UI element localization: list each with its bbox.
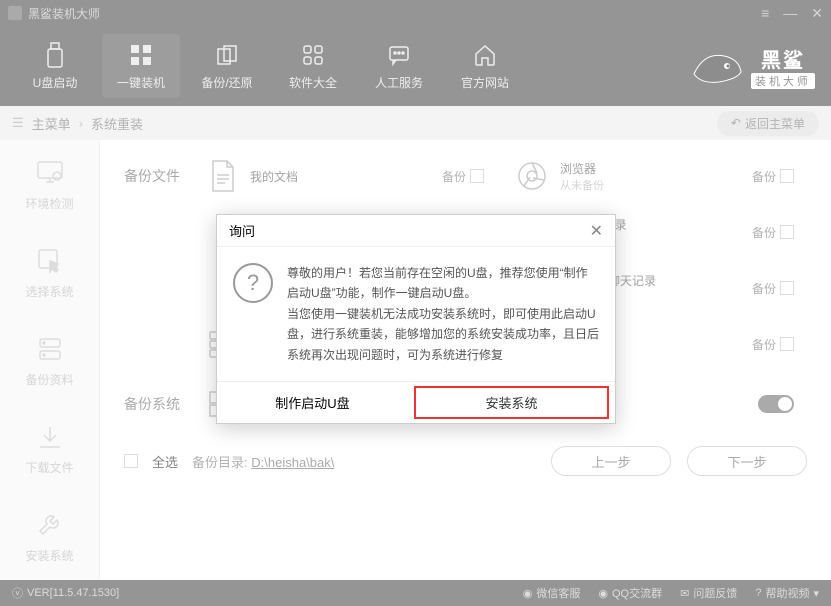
- install-system-button[interactable]: 安装系统: [414, 386, 609, 419]
- make-usb-button[interactable]: 制作启动U盘: [217, 382, 408, 423]
- dialog-title: 询问: [229, 221, 255, 240]
- dialog-text: 尊敬的用户！若您当前存在空闲的U盘，推荐您使用“制作启动U盘”功能，制作一键启动…: [287, 263, 599, 365]
- question-icon: ?: [233, 263, 273, 303]
- dialog-close-icon[interactable]: ✕: [590, 221, 603, 241]
- confirm-dialog: 询问 ✕ ? 尊敬的用户！若您当前存在空闲的U盘，推荐您使用“制作启动U盘”功能…: [216, 214, 616, 424]
